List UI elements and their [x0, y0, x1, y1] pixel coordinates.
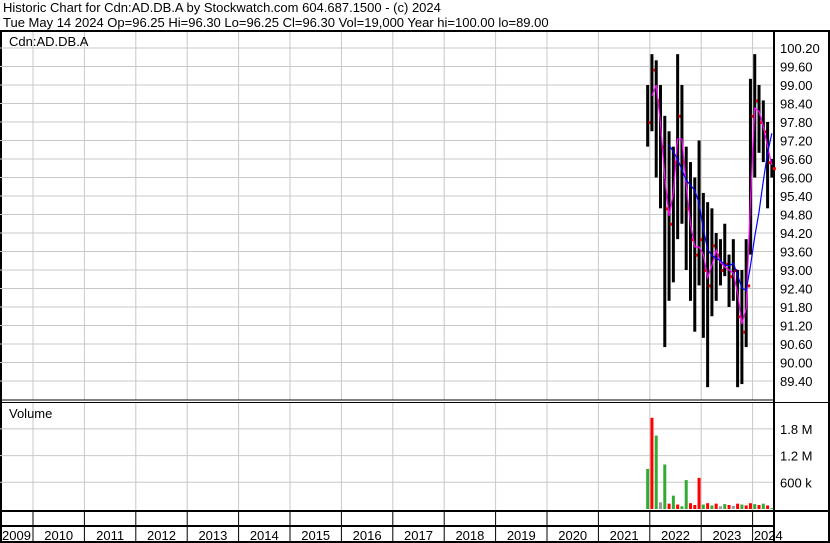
- volume-tick-label: 1.8 M: [780, 422, 813, 437]
- volume-bar: [706, 503, 710, 509]
- volume-tick-label: 600 k: [780, 475, 812, 490]
- price-bar: [701, 192, 705, 338]
- volume-bar: [766, 505, 770, 509]
- volume-bar: [714, 503, 718, 509]
- price-bar: [757, 85, 761, 153]
- year-label: 2015: [301, 528, 330, 543]
- year-label: 2011: [96, 528, 124, 543]
- price-tick-label: 91.80: [780, 300, 813, 315]
- year-label: 2014: [250, 528, 279, 543]
- volume-bar: [688, 503, 692, 509]
- volume-bar: [718, 506, 722, 509]
- volume-bar: [723, 504, 727, 509]
- volume-bar: [684, 480, 688, 509]
- price-bar: [654, 60, 658, 178]
- year-label: 2023: [712, 528, 741, 543]
- year-label: 2009: [2, 528, 31, 543]
- volume-bar: [680, 506, 684, 509]
- price-tick-label: 99.00: [780, 78, 813, 93]
- stock-chart: 100.20 99.60 99.00 98.40 97.80 97.20 96.60 96.0…: [0, 30, 830, 543]
- volume-bar: [654, 435, 658, 509]
- volume-bar: [727, 504, 731, 509]
- year-label: 2012: [147, 528, 176, 543]
- volume-bar: [659, 502, 663, 509]
- volume-bar: [761, 503, 765, 509]
- price-tick-label: 93.00: [780, 263, 813, 278]
- price-tick-label: 96.60: [780, 152, 813, 167]
- volume-bar: [701, 504, 705, 509]
- year-label: 2016: [353, 528, 382, 543]
- volume-bar: [671, 495, 675, 509]
- price-tick-label: 96.00: [780, 171, 813, 186]
- price-tick-label: 92.40: [780, 282, 813, 297]
- price-tick-label: 100.20: [780, 41, 820, 56]
- year-label: 2013: [198, 528, 227, 543]
- volume-bar: [693, 504, 697, 509]
- volume-bar: [646, 468, 650, 509]
- price-bar: [766, 122, 770, 209]
- year-label: 2024: [754, 528, 783, 543]
- year-label: 2019: [507, 528, 536, 543]
- volume-bar: [667, 503, 671, 509]
- price-tick-label: 89.40: [780, 374, 813, 389]
- price-bar: [663, 115, 667, 348]
- price-tick-label: 93.60: [780, 245, 813, 260]
- volume-bar: [744, 505, 748, 509]
- volume-bar: [663, 464, 667, 509]
- close-tick: [772, 167, 776, 171]
- price-tick-label: 94.20: [780, 226, 813, 241]
- volume-tick-label: 1.2 M: [780, 449, 813, 464]
- price-bar: [706, 202, 710, 388]
- price-tick-label: 90.00: [780, 356, 813, 371]
- price-bar: [714, 233, 718, 301]
- volume-bar: [676, 504, 680, 509]
- year-label: 2010: [44, 528, 73, 543]
- price-tick-label: 99.60: [780, 60, 813, 75]
- year-label: 2021: [610, 528, 639, 543]
- year-label: 2022: [661, 528, 690, 543]
- price-tick-label: 97.80: [780, 115, 813, 130]
- price-tick-label: 98.40: [780, 97, 813, 112]
- volume-bar: [736, 503, 740, 509]
- price-tick-label: 94.80: [780, 208, 813, 223]
- volume-bar: [697, 477, 701, 509]
- year-label: 2018: [455, 528, 484, 543]
- volume-bar: [757, 504, 761, 509]
- volume-bar: [731, 505, 735, 509]
- volume-bar: [710, 505, 714, 509]
- price-bar: [671, 146, 675, 283]
- year-label: 2020: [558, 528, 587, 543]
- volume-bar: [770, 508, 774, 509]
- volume-bar: [753, 504, 757, 509]
- volume-bar: [740, 504, 744, 509]
- price-tick-label: 91.20: [780, 319, 813, 334]
- year-label: 2017: [404, 528, 433, 543]
- price-tick-label: 90.60: [780, 337, 813, 352]
- volume-label: Volume: [9, 406, 52, 421]
- price-bar: [727, 254, 731, 307]
- price-bar: [646, 85, 650, 147]
- symbol-label: Cdn:AD.DB.A: [9, 34, 89, 49]
- volume-bar: [748, 503, 752, 509]
- price-tick-label: 97.20: [780, 134, 813, 149]
- volume-bar: [650, 417, 654, 509]
- price-tick-label: 95.40: [780, 189, 813, 204]
